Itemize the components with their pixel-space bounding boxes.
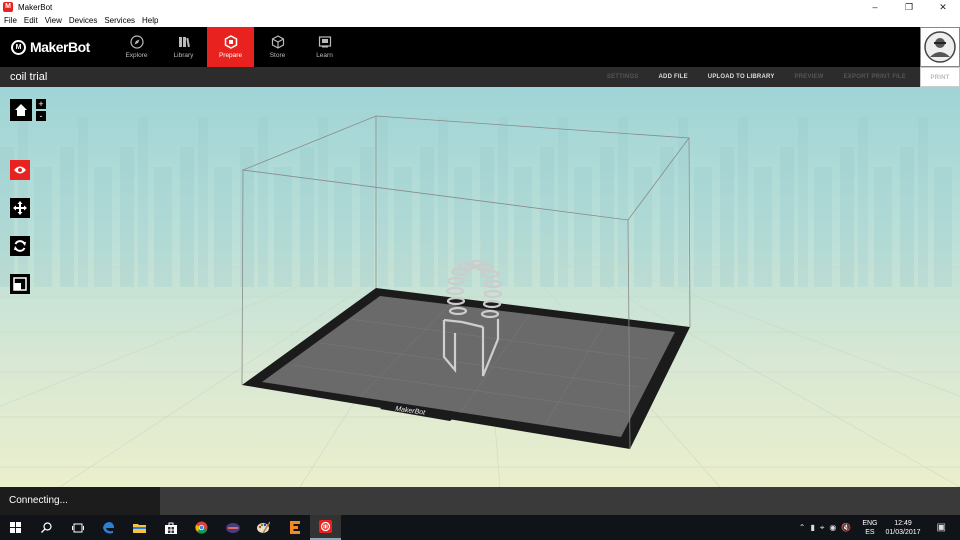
makerbot-app-icon: M xyxy=(3,2,13,12)
project-title[interactable]: coil trial xyxy=(10,71,47,83)
scale-button[interactable] xyxy=(10,274,30,294)
e-app-icon[interactable] xyxy=(279,515,310,540)
tab-store[interactable]: Store xyxy=(254,27,301,67)
close-button[interactable]: ✕ xyxy=(926,0,960,14)
language-bottom: ES xyxy=(865,528,875,536)
export-print-file-button[interactable]: EXPORT PRINT FILE xyxy=(834,74,916,80)
tab-prepare[interactable]: Prepare xyxy=(207,27,254,67)
view-button[interactable] xyxy=(10,160,30,180)
file-explorer-icon[interactable] xyxy=(124,515,155,540)
language-top: ENG xyxy=(862,519,878,527)
home-view-button[interactable] xyxy=(10,99,32,121)
tab-explore[interactable]: Explore xyxy=(113,27,160,67)
chrome-icon[interactable] xyxy=(186,515,217,540)
windows-start-icon[interactable] xyxy=(0,515,31,540)
library-icon xyxy=(178,37,190,48)
network-icon[interactable]: ⌖ xyxy=(820,523,825,533)
menu-bar: File Edit View Devices Services Help xyxy=(0,14,960,27)
tab-prepare-label: Prepare xyxy=(218,52,243,59)
maximize-button[interactable]: ❐ xyxy=(892,0,926,14)
cube-icon xyxy=(271,35,284,49)
tab-library[interactable]: Library xyxy=(160,27,207,67)
edge-icon[interactable] xyxy=(93,515,124,540)
volume-mute-icon[interactable]: 🔇 xyxy=(841,523,851,532)
build-scene: MakerBot xyxy=(0,87,960,487)
makerbot-logo-icon: M xyxy=(11,39,26,55)
eye-icon xyxy=(14,166,26,174)
search-icon[interactable] xyxy=(31,515,62,540)
move-button[interactable] xyxy=(10,198,30,218)
project-actions: SETTINGS ADD FILE UPLOAD TO LIBRARY PREV… xyxy=(597,67,960,87)
rotate-button[interactable] xyxy=(10,236,30,256)
add-file-button[interactable]: ADD FILE xyxy=(649,74,698,80)
build-viewport[interactable]: MakerBot + - xyxy=(0,87,960,487)
menu-file[interactable]: File xyxy=(4,16,17,25)
menu-services[interactable]: Services xyxy=(104,16,135,25)
status-bar: Connecting... xyxy=(0,487,960,515)
connection-status: Connecting... xyxy=(0,487,160,515)
store-icon[interactable] xyxy=(155,515,186,540)
clock-time: 12:49 xyxy=(894,519,912,527)
minimize-button[interactable]: – xyxy=(858,0,892,14)
makerbot-taskbar-icon[interactable] xyxy=(310,515,341,540)
wifi-icon[interactable]: ◉ xyxy=(829,523,836,532)
scale-icon xyxy=(13,277,27,291)
zoom-out-button[interactable]: - xyxy=(36,111,46,121)
clock[interactable]: 12:49 01/03/2017 xyxy=(886,519,921,537)
print-button[interactable]: PRINT xyxy=(920,67,960,87)
menu-help[interactable]: Help xyxy=(142,16,158,25)
paint-icon[interactable] xyxy=(248,515,279,540)
compass-icon xyxy=(129,35,144,49)
learn-icon xyxy=(318,36,331,48)
task-view-icon[interactable] xyxy=(62,515,93,540)
move-icon xyxy=(13,201,27,215)
battery-icon[interactable]: ▮ xyxy=(810,523,814,532)
notifications-icon[interactable]: ▣ xyxy=(937,522,946,533)
tab-learn-label: Learn xyxy=(316,52,333,59)
settings-button[interactable]: SETTINGS xyxy=(597,74,649,80)
window-controls: – ❐ ✕ xyxy=(858,0,960,14)
chevron-up-icon[interactable]: ⌃ xyxy=(799,523,806,532)
clock-date: 01/03/2017 xyxy=(885,528,921,536)
system-tray: ⌃ ▮ ⌖ ◉ 🔇 ENG ES 12:49 01/03/2017 ▣ xyxy=(799,515,960,540)
menu-view[interactable]: View xyxy=(45,16,62,25)
tab-explore-label: Explore xyxy=(125,52,148,59)
background-skyline xyxy=(0,87,960,307)
tab-library-label: Library xyxy=(173,52,194,59)
user-avatar[interactable] xyxy=(920,27,960,67)
language-indicator[interactable]: ENG ES xyxy=(862,519,877,537)
top-navigation: M MakerBot Explore Library Prepare Store… xyxy=(0,27,960,67)
zoom-in-button[interactable]: + xyxy=(36,99,46,109)
rotate-icon xyxy=(14,240,26,252)
media-icon[interactable] xyxy=(217,515,248,540)
windows-taskbar: ⌃ ▮ ⌖ ◉ 🔇 ENG ES 12:49 01/03/2017 ▣ xyxy=(0,515,960,540)
brand-name: MakerBot xyxy=(30,39,90,55)
tab-learn[interactable]: Learn xyxy=(301,27,348,67)
menu-edit[interactable]: Edit xyxy=(24,16,38,25)
project-toolbar: coil trial SETTINGS ADD FILE UPLOAD TO L… xyxy=(0,67,960,87)
prepare-icon xyxy=(224,35,237,49)
avatar-icon xyxy=(924,31,956,63)
window-title: MakerBot xyxy=(18,2,53,12)
menu-devices[interactable]: Devices xyxy=(69,16,97,25)
brand: M MakerBot xyxy=(0,27,113,67)
window-titlebar: M MakerBot – ❐ ✕ xyxy=(0,0,960,14)
upload-to-library-button[interactable]: UPLOAD TO LIBRARY xyxy=(698,74,785,80)
home-view-icon xyxy=(15,104,27,116)
tab-store-label: Store xyxy=(269,52,286,59)
preview-button[interactable]: PREVIEW xyxy=(785,74,834,80)
